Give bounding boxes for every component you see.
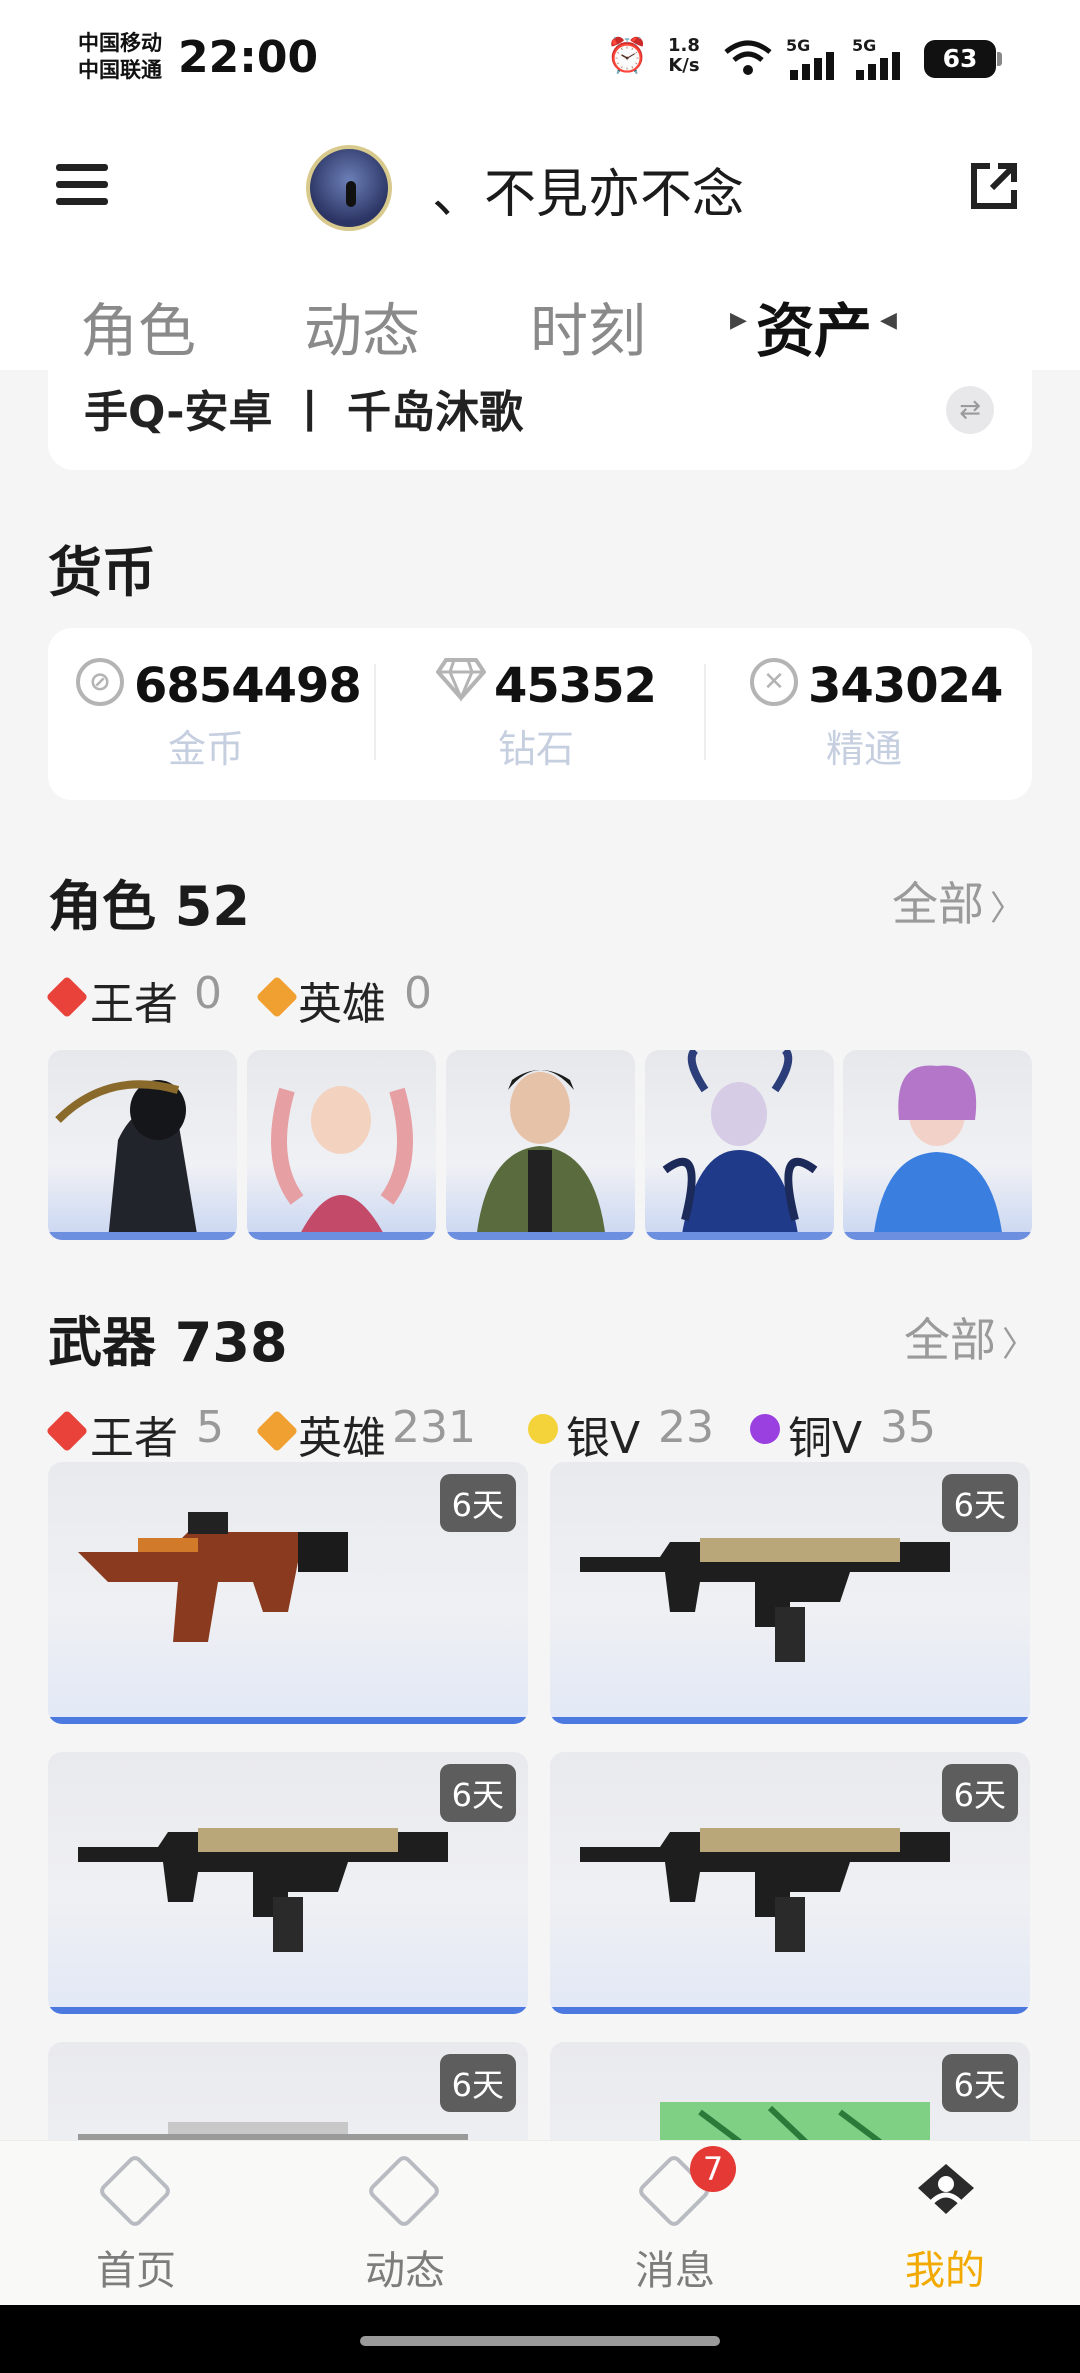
alarm-icon: ⏰ [606, 36, 649, 76]
currency-card [48, 628, 1032, 800]
chevron-right-icon: 〉 [1002, 1325, 1036, 1365]
weapons-tier-king-count: 5 [196, 1402, 224, 1453]
roles-tier-hero-count: 0 [404, 968, 432, 1019]
divider [374, 664, 376, 760]
roles-tier-king: 王者 [90, 979, 178, 1030]
coin-value: 6854498 [134, 658, 362, 714]
duration-badge: 6天 [439, 1764, 516, 1822]
mastery-icon: ✕ [750, 658, 798, 706]
weapons-title: 武器 738 [48, 1311, 288, 1374]
diamond-label: 钻石 [498, 727, 575, 771]
roles-see-all[interactable]: 全部〉 [892, 868, 1024, 934]
divider [704, 664, 706, 760]
tab-indicator-left-icon: ▶ [730, 308, 747, 333]
weapons-tier-silver-count: 23 [658, 1402, 714, 1453]
status-bar [0, 0, 1080, 120]
duration-badge: 6天 [941, 2054, 1018, 2112]
weapon-card[interactable]: 6天 [550, 1752, 1030, 2014]
duration-badge: 6天 [941, 1764, 1018, 1822]
diamond-icon [435, 656, 487, 706]
weapons-tier-king: 王者 [90, 1413, 178, 1464]
tab-roles[interactable]: 角色 [80, 284, 196, 368]
character-card[interactable] [48, 1050, 237, 1240]
weapon-card[interactable]: 6天 [48, 1752, 528, 2014]
battery-indicator: 63 [924, 40, 1002, 78]
weapons-tier-hero-count: 231 [392, 1402, 476, 1453]
weapons-tier-bronze: 铜V [788, 1413, 863, 1464]
account-label: 手Q-安卓 丨 千岛沐歌 [84, 387, 524, 438]
signal-icon [852, 52, 908, 84]
weapons-tier-hero: 英雄 [298, 1413, 386, 1464]
weapons-see-all[interactable]: 全部〉 [904, 1304, 1036, 1370]
duration-badge: 6天 [439, 2054, 516, 2112]
menu-icon[interactable] [56, 164, 108, 208]
message-badge: 7 [690, 2146, 736, 2192]
chevron-right-icon: 〉 [990, 889, 1024, 929]
mastery-value: 343024 [808, 658, 1003, 714]
tab-indicator-right-icon: ◀ [880, 308, 897, 333]
profile-icon[interactable] [914, 2160, 978, 2222]
diamond-value: 45352 [494, 658, 657, 714]
hero-tier-icon [255, 975, 299, 1019]
weapon-card[interactable]: 6天 [550, 1462, 1030, 1724]
nav-profile[interactable]: 我的 [905, 2238, 985, 2296]
roles-title: 角色 52 [48, 875, 250, 938]
coin-label: 金币 [168, 727, 245, 771]
nav-home[interactable]: 首页 [96, 2238, 176, 2296]
swap-account-icon[interactable]: ⇄ [946, 386, 994, 434]
share-icon[interactable] [968, 160, 1020, 212]
king-tier-icon [45, 1409, 89, 1453]
character-card[interactable] [843, 1050, 1032, 1240]
weapons-tier-silver: 银V [566, 1413, 641, 1464]
tab-feed[interactable]: 动态 [304, 284, 420, 368]
tab-moments[interactable]: 时刻 [530, 284, 646, 368]
bronze-v-tier-icon [750, 1414, 780, 1444]
home-indicator[interactable] [360, 2336, 720, 2346]
nav-messages[interactable]: 消息 [635, 2238, 715, 2296]
net-speed: 1.8 K/s [668, 35, 700, 76]
wifi-icon [722, 38, 774, 86]
roles-tier-hero: 英雄 [298, 979, 386, 1030]
status-clock: 22:00 [178, 32, 319, 83]
carrier-label: 中国移动 中国联通 [78, 31, 162, 82]
king-tier-icon [45, 975, 89, 1019]
mastery-label: 精通 [826, 727, 903, 771]
roles-tier-king-count: 0 [194, 968, 222, 1019]
duration-badge: 6天 [439, 1474, 516, 1532]
currency-title: 货币 [48, 541, 156, 604]
coin-icon: ⊘ [76, 658, 124, 706]
duration-badge: 6天 [941, 1474, 1018, 1532]
hero-tier-icon [255, 1409, 299, 1453]
signal-icon [786, 52, 842, 84]
character-card[interactable] [645, 1050, 834, 1240]
character-card[interactable] [247, 1050, 436, 1240]
nav-feed[interactable]: 动态 [365, 2238, 445, 2296]
character-card[interactable] [446, 1050, 635, 1240]
avatar[interactable] [306, 145, 392, 231]
profile-nickname: 、不見亦不念 [432, 165, 745, 225]
weapon-card[interactable]: 6天 [48, 1462, 528, 1724]
tab-assets[interactable]: 资产 [756, 284, 872, 368]
silver-v-tier-icon [528, 1414, 558, 1444]
weapons-tier-bronze-count: 35 [880, 1402, 936, 1453]
